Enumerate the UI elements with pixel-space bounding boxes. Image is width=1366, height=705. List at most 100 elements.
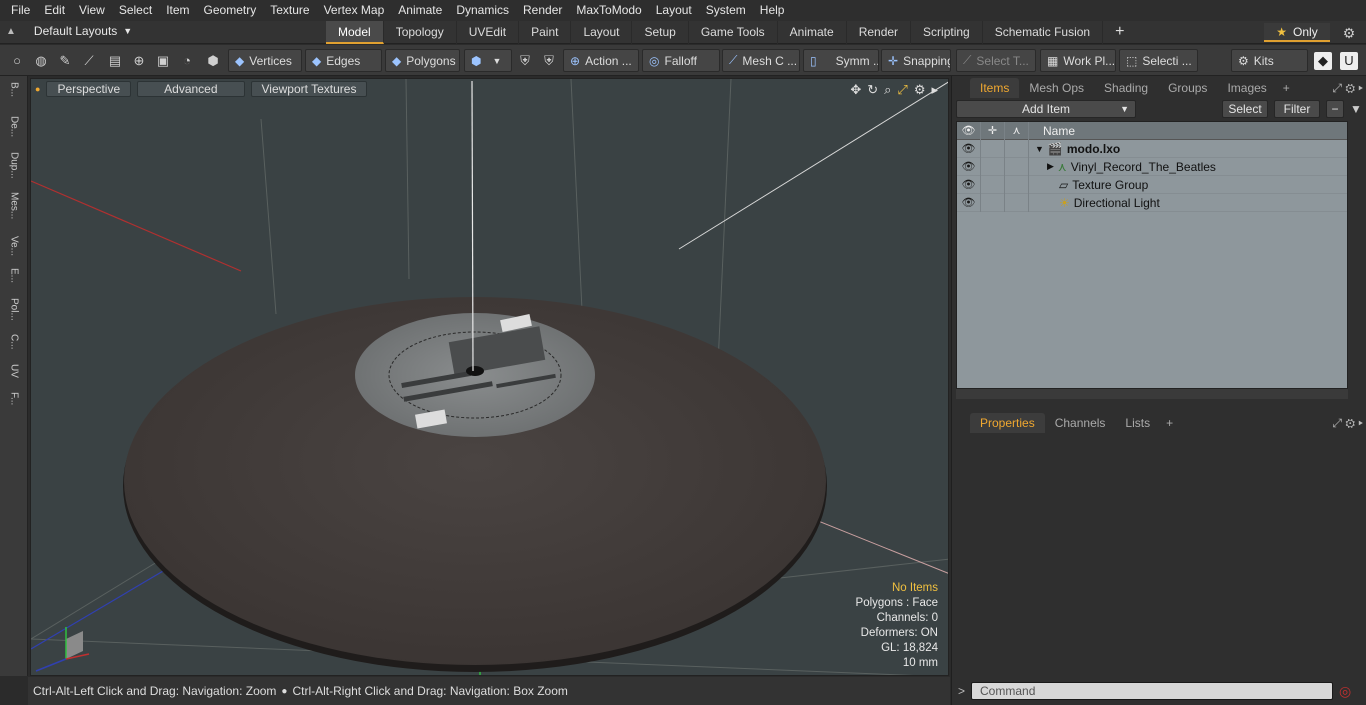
tab-setup[interactable]: Setup [632,21,689,44]
tab-channels[interactable]: Channels [1045,413,1116,433]
unreal-icon[interactable]: U [1340,52,1358,70]
layout-selector[interactable]: ▲ Default Layouts ▼ [6,24,132,38]
kits-button[interactable]: ⚙ Kits [1231,49,1308,72]
eye-icon[interactable]: 👁 [957,193,981,212]
tab-topology[interactable]: Topology [384,21,457,44]
tab-groups[interactable]: Groups [1158,78,1217,98]
shield-check-icon[interactable]: ⛨ [540,52,558,70]
menu-view[interactable]: View [72,0,112,21]
expand-arrow-icon[interactable]: ▼ [1035,144,1044,154]
name-column-header[interactable]: Name [1029,124,1347,138]
move-view-icon[interactable]: ✥ [850,82,861,98]
tab-items[interactable]: Items [970,78,1020,98]
3d-viewport[interactable]: ● Perspective Advanced Viewport Textures… [30,78,949,676]
zoom-view-icon[interactable]: ⌕ [884,82,891,98]
vertices-button[interactable]: ◆ Vertices [228,49,302,72]
view-mode-button[interactable]: Perspective [46,81,132,97]
menu-layout[interactable]: Layout [649,0,699,21]
crosshair-icon[interactable]: ⊕ [130,52,148,70]
tab-schematic-fusion[interactable]: Schematic Fusion [983,21,1104,44]
expand-panel-icon[interactable]: ⤢ ⚙ ▸ [1332,78,1366,98]
strip-tab-fusion[interactable]: F... [3,392,25,418]
align-icon[interactable]: ▤ [106,52,124,70]
work-plane-button[interactable]: ▦ Work Pl... [1040,49,1116,72]
falloff-button[interactable]: ◎ Falloff [642,49,720,72]
funnel-icon[interactable]: ▼ [1350,102,1362,116]
mesh-constraints-button[interactable]: ⟋ Mesh C ... [722,49,800,72]
select-through-button[interactable]: ⟋ Select T... [956,49,1036,72]
record-icon[interactable]: ◎ [1339,683,1351,700]
menu-item[interactable]: Item [159,0,196,21]
menu-help[interactable]: Help [753,0,792,21]
eye-icon[interactable]: 👁 [957,157,981,176]
globe-icon[interactable]: ◍ [32,52,50,70]
menu-file[interactable]: File [4,0,37,21]
snapping-button[interactable]: ✛ Snapping [881,49,951,72]
tree-row-scene[interactable]: 👁 ▼ 🎬 modo.lxo [957,139,1347,158]
polygons-button[interactable]: ◆ Polygons [385,49,460,72]
action-center-button[interactable]: ⊕ Action ... [563,49,639,72]
strip-tab-edge[interactable]: E... [3,268,25,292]
circle-select-icon[interactable]: ○ [8,52,26,70]
menu-maxtomodo[interactable]: MaxToModo [569,0,648,21]
strip-tab-curve[interactable]: C... [3,334,25,358]
rotate-view-icon[interactable]: ↻ [867,82,878,98]
shading-mode-button[interactable]: Advanced [137,81,245,97]
strip-tab-deform[interactable]: De... [3,116,25,146]
tab-scripting[interactable]: Scripting [911,21,983,44]
item-mode-dropdown[interactable]: ⬢ ▼ [464,49,512,72]
tab-model[interactable]: Model [326,21,384,44]
type-header-icon[interactable]: ⋏ [1005,121,1029,140]
menu-system[interactable]: System [699,0,753,21]
menu-edit[interactable]: Edit [37,0,72,21]
select-button[interactable]: Select [1222,100,1268,118]
strip-tab-duplicate[interactable]: Dup... [3,152,25,186]
selection-sets-button[interactable]: ⬚ Selecti ... [1119,49,1198,72]
tab-layout[interactable]: Layout [571,21,633,44]
gear-icon[interactable]: ⚙ [1340,24,1358,42]
add-item-button[interactable]: Add Item ▼ [956,100,1136,118]
add-tab-icon[interactable]: + [1277,78,1296,98]
collapse-icon[interactable]: ▲ [6,26,16,37]
tree-row-mesh[interactable]: 👁 ▶ ⋏ Vinyl_Record_The_Beatles [957,157,1347,176]
collapse-all-icon[interactable]: − [1326,100,1344,118]
strip-tab-basic[interactable]: B... [3,82,25,110]
filter-button[interactable]: Filter [1274,100,1320,118]
strip-tab-vertex[interactable]: Ve... [3,236,25,262]
viewport-menu-arrow-icon[interactable]: ▸ [931,82,938,98]
command-input[interactable]: Command [971,682,1334,700]
tree-horizontal-scrollbar[interactable] [956,389,1348,399]
tab-uvedit[interactable]: UVEdit [457,21,520,44]
eye-icon[interactable]: 👁 [957,175,981,194]
lock-header-icon[interactable]: ✛ [981,121,1005,140]
unity-icon[interactable]: ◆ [1314,52,1332,70]
strip-tab-uv[interactable]: UV [3,364,25,386]
menu-geometry[interactable]: Geometry [197,0,264,21]
viewport-gear-icon[interactable]: ⚙ [914,82,926,98]
tab-render[interactable]: Render [847,21,912,44]
tab-animate[interactable]: Animate [778,21,847,44]
expand-panel-icon[interactable]: ⤢ ⚙ ▸ [1332,413,1366,433]
menu-render[interactable]: Render [516,0,569,21]
tab-mesh-ops[interactable]: Mesh Ops [1019,78,1094,98]
center-icon[interactable]: ▣ [154,52,172,70]
edges-button[interactable]: ◆ Edges [305,49,382,72]
tab-properties[interactable]: Properties [970,413,1045,433]
menu-dynamics[interactable]: Dynamics [449,0,516,21]
cube-icon[interactable]: ⬢ [204,52,222,70]
shield-icon[interactable]: ⛨ [516,52,534,70]
symmetry-button[interactable]: ▯ Symm ... [803,49,879,72]
only-button[interactable]: ★ Only [1264,23,1330,42]
tab-images[interactable]: Images [1217,78,1276,98]
eye-icon[interactable]: 👁 [957,139,981,158]
clock-icon[interactable]: ◔ [178,52,196,70]
viewport-scene[interactable] [31,79,949,676]
add-tab-icon[interactable]: + [1103,21,1136,44]
tab-lists[interactable]: Lists [1115,413,1160,433]
tree-row-light[interactable]: 👁 ☀ Directional Light [957,193,1347,212]
menu-vertex-map[interactable]: Vertex Map [317,0,392,21]
pen-icon[interactable]: ✎ [56,52,74,70]
menu-texture[interactable]: Texture [263,0,316,21]
tab-shading[interactable]: Shading [1094,78,1158,98]
collapsed-arrow-icon[interactable]: ▶ [1047,161,1054,172]
